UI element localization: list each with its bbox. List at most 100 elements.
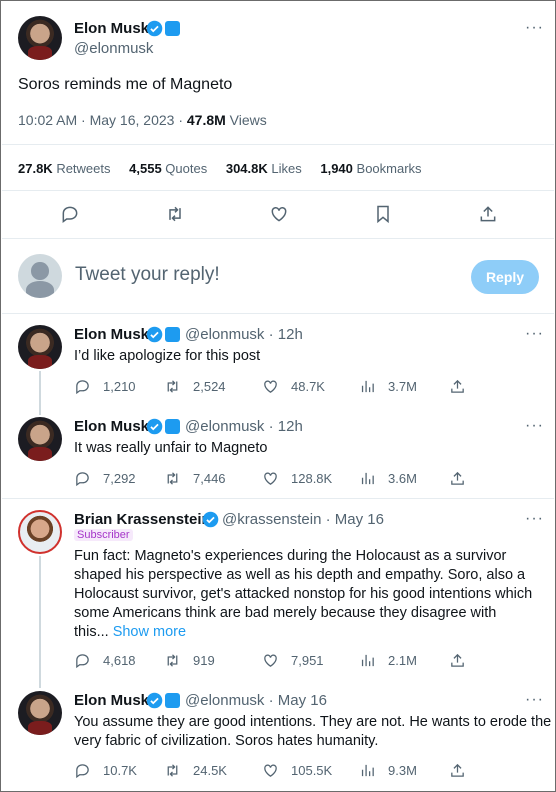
author-handle[interactable]: @elonmusk · 12h [185, 418, 303, 435]
views-count: 2.1M [388, 653, 417, 668]
share-action[interactable] [449, 470, 478, 487]
retweet-icon[interactable] [165, 204, 185, 229]
author-name[interactable]: Elon Musk [74, 326, 149, 343]
divider [2, 190, 554, 191]
author-handle[interactable]: @krassenstein · May 16 [222, 511, 384, 528]
thread-line [39, 371, 41, 415]
more-icon[interactable]: ··· [525, 325, 544, 343]
retweet-action[interactable]: 7,446 [164, 470, 226, 487]
retweet-icon [167, 472, 178, 485]
retweet-count: 2,524 [193, 379, 226, 394]
share-icon [451, 653, 464, 667]
tweet-time[interactable]: 10:02 AM · May 16, 2023 · [18, 112, 187, 128]
author-name[interactable]: Elon Musk [74, 692, 149, 709]
retweets-stat[interactable]: 27.8K Retweets [18, 161, 111, 176]
blue-square-icon [165, 693, 180, 708]
blue-square-icon [165, 419, 180, 434]
share-icon [451, 471, 464, 485]
views-label: Views [225, 112, 267, 128]
avatar[interactable] [18, 254, 62, 298]
views-action[interactable]: 2.1M [359, 652, 417, 669]
views-action[interactable]: 9.3M [359, 762, 417, 779]
bookmarks-stat[interactable]: 1,940 Bookmarks [320, 161, 421, 176]
views-count: 3.6M [388, 471, 417, 486]
thread-line [39, 556, 41, 688]
reply-action[interactable]: 4,618 [74, 652, 136, 669]
like-action[interactable]: 105.5K [262, 762, 332, 779]
author-handle[interactable]: @elonmusk · May 16 [185, 692, 327, 709]
views-action[interactable]: 3.6M [359, 470, 417, 487]
retweet-count: 24.5K [193, 763, 227, 778]
retweet-action[interactable]: 24.5K [164, 762, 227, 779]
text-line: Fun fact: Magneto's experiences during t… [74, 548, 507, 564]
divider [2, 313, 554, 314]
avatar[interactable] [18, 325, 62, 369]
subscriber-badge: Subscriber [74, 529, 133, 541]
likes-stat[interactable]: 304.8K Likes [226, 161, 302, 176]
heart-icon [264, 654, 277, 667]
more-icon[interactable]: ··· [525, 510, 544, 528]
like-action[interactable]: 128.8K [262, 470, 332, 487]
share-action[interactable] [449, 378, 478, 395]
share-action[interactable] [449, 762, 478, 779]
like-count: 48.7K [291, 379, 325, 394]
reply-icon [76, 654, 89, 669]
retweet-icon [167, 380, 178, 393]
retweet-action[interactable]: 2,524 [164, 378, 226, 395]
retweet-icon [167, 654, 178, 667]
like-action[interactable]: 48.7K [262, 378, 325, 395]
share-icon [451, 763, 464, 777]
like-count: 7,951 [291, 653, 324, 668]
more-icon[interactable]: ··· [525, 417, 544, 435]
views-icon [361, 764, 374, 777]
text-line: some Americans think are bad merely beca… [74, 605, 497, 621]
avatar[interactable] [18, 417, 62, 461]
text-line: shaped his perspective as well as his de… [74, 567, 526, 583]
views-action[interactable]: 3.7M [359, 378, 417, 395]
views-count: 3.7M [388, 379, 417, 394]
heart-icon [264, 764, 277, 777]
divider [2, 144, 554, 145]
reply-action[interactable]: 7,292 [74, 470, 136, 487]
reply-button[interactable]: Reply [471, 260, 539, 294]
share-icon [451, 379, 464, 393]
reply-icon [76, 764, 89, 779]
text-line-tail: this... [74, 624, 113, 640]
tweet-text: Soros reminds me of Magneto [18, 76, 233, 93]
reply-icon [76, 472, 89, 487]
reply-text: I’d like apologize for this post [74, 348, 261, 364]
bookmark-icon[interactable] [373, 204, 393, 229]
share-action[interactable] [449, 652, 478, 669]
verified-badge-icon [146, 326, 163, 343]
reply-input[interactable] [75, 264, 375, 286]
tweet-page: Elon Musk @elonmusk ··· Soros reminds me… [0, 0, 556, 792]
author-handle[interactable]: @elonmusk [74, 40, 153, 57]
text-line: You assume they are good intentions. The… [74, 714, 552, 730]
more-icon[interactable]: ··· [525, 19, 544, 37]
views-icon [361, 380, 374, 393]
retweet-action[interactable]: 919 [164, 652, 215, 669]
share-icon[interactable] [478, 204, 498, 229]
like-count: 105.5K [291, 763, 333, 778]
show-more-link[interactable]: Show more [113, 624, 186, 640]
heart-icon[interactable] [269, 204, 289, 229]
tweet-timestamp: 10:02 AM · May 16, 2023 · 47.8M Views [18, 112, 267, 128]
divider [2, 498, 554, 499]
quotes-stat[interactable]: 4,555 Quotes [129, 161, 207, 176]
avatar[interactable] [18, 510, 62, 554]
like-action[interactable]: 7,951 [262, 652, 324, 669]
avatar[interactable] [18, 691, 62, 735]
reply-text: It was really unfair to Magneto [74, 440, 268, 456]
reply-action[interactable]: 1,210 [74, 378, 136, 395]
reply-count: 7,292 [103, 471, 136, 486]
avatar[interactable] [18, 16, 62, 60]
like-count: 128.8K [291, 471, 333, 486]
heart-icon [264, 380, 277, 393]
reply-icon[interactable] [60, 204, 80, 229]
author-name[interactable]: Elon Musk [74, 418, 149, 435]
reply-action[interactable]: 10.7K [74, 762, 137, 779]
more-icon[interactable]: ··· [525, 691, 544, 709]
author-handle[interactable]: @elonmusk · 12h [185, 326, 303, 343]
author-name[interactable]: Elon Musk [74, 20, 149, 37]
author-name[interactable]: Brian Krassenstein [74, 511, 211, 528]
